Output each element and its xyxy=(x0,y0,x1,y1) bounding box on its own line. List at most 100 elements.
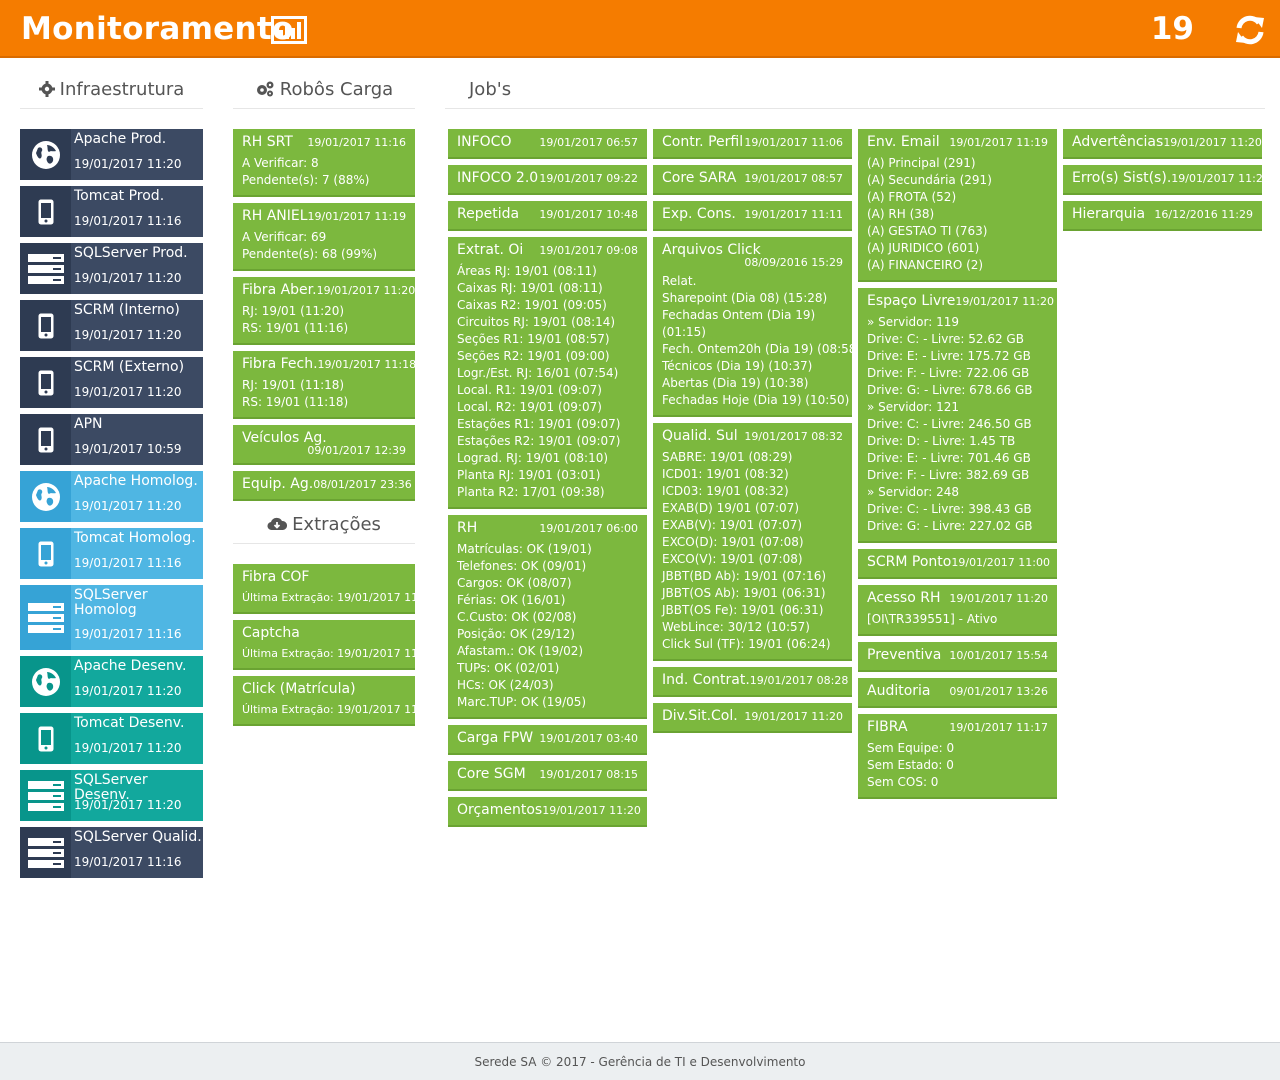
card-fibra-aber[interactable]: Fibra Aber. 19/01/2017 11:20 RJ: 19/01 (11… xyxy=(233,277,415,345)
card-repetida[interactable]: Repetida 19/01/2017 10:48 xyxy=(448,201,647,231)
card-header: Auditoria 09/01/2017 13:26 xyxy=(867,683,1048,700)
infra-tile-time: 19/01/2017 11:16 xyxy=(74,214,182,228)
card-detail-line: Sharepoint (Dia 08) (15:28) xyxy=(662,291,828,305)
card-detail-line: Logr./Est. RJ: 16/01 (07:54) xyxy=(457,366,619,380)
card-veiculos-ag[interactable]: Veículos Ag. 09/01/2017 12:39 xyxy=(233,425,415,465)
card-detail-line: Drive: G: - Livre: 227.02 GB xyxy=(867,519,1033,533)
card-env-email[interactable]: Env. Email 19/01/2017 11:19 (A) Principal … xyxy=(858,129,1057,282)
card-extrat-oi[interactable]: Extrat. Oi 19/01/2017 09:08 Áreas RJ: 19/0… xyxy=(448,237,647,509)
card-infoco[interactable]: INFOCO 19/01/2017 06:57 xyxy=(448,129,647,159)
card-detail-line: » Servidor: 121 xyxy=(867,400,959,414)
mobile-icon xyxy=(20,414,71,465)
card-rh[interactable]: RH 19/01/2017 06:00 Matrículas: OK (19/01)… xyxy=(448,515,647,719)
refresh-icon[interactable] xyxy=(1233,14,1267,46)
card-arquivos-click[interactable]: Arquivos Click 08/09/2016 15:29 Relat. Shar… xyxy=(653,237,861,417)
infra-tile-scrm-externo[interactable]: SCRM (Externo) 19/01/2017 11:20 xyxy=(20,357,203,408)
card-timestamp: 19/01/2017 11:20 xyxy=(744,710,843,723)
card-timestamp: 19/01/2017 10:48 xyxy=(539,208,638,221)
infra-tile-name: Apache Homolog. xyxy=(74,473,198,489)
card-detail-line: HCs: OK (24/03) xyxy=(457,678,554,692)
card-detail-line: Circuitos RJ: 19/01 (08:14) xyxy=(457,315,616,329)
infra-tile-apache-desenv[interactable]: Apache Desenv. 19/01/2017 11:20 xyxy=(20,656,203,707)
card-infoco-2-0[interactable]: INFOCO 2.0 19/01/2017 09:22 xyxy=(448,165,647,195)
card-core-sgm[interactable]: Core SGM 19/01/2017 08:15 xyxy=(448,761,647,791)
card-detail-line: Última Extração: 19/01/2017 11:16 xyxy=(242,591,436,604)
cloud-download-icon xyxy=(267,517,288,531)
infra-tile-sqlserver-homolog[interactable]: SQLServer Homolog 19/01/2017 11:16 xyxy=(20,585,203,650)
card-header: FIBRA 19/01/2017 11:17 xyxy=(867,719,1048,736)
infra-tile-apn[interactable]: APN 19/01/2017 10:59 xyxy=(20,414,203,465)
card-contr-perfil[interactable]: Contr. Perfil 19/01/2017 11:06 xyxy=(653,129,852,159)
card-orcamentos[interactable]: Orçamentos 19/01/2017 11:20 xyxy=(448,797,647,827)
card-espaco-livre[interactable]: Espaço Livre 19/01/2017 11:20 » Servidor: … xyxy=(858,288,1057,543)
infra-tile-sqlserver-qualid[interactable]: SQLServer Qualid. 19/01/2017 11:16 xyxy=(20,827,203,878)
card-acesso-rh[interactable]: Acesso RH 19/01/2017 11:20 [OI\TR339551] -… xyxy=(858,585,1057,636)
card-detail-line: Fechadas Hoje (Dia 19) (10:50) xyxy=(662,393,850,407)
infra-tile-apache-homolog[interactable]: Apache Homolog. 19/01/2017 11:20 xyxy=(20,471,203,522)
card-title: Div.Sit.Col. xyxy=(662,708,738,724)
card-detail-line: Caixas RJ: 19/01 (08:11) xyxy=(457,281,603,295)
card-title: Qualid. Sul xyxy=(662,428,738,444)
card-timestamp: 19/01/2017 11:18 xyxy=(317,358,417,371)
card-div-sit-col[interactable]: Div.Sit.Col. 19/01/2017 11:20 xyxy=(653,703,852,733)
card-captcha[interactable]: Captcha Última Extração: 19/01/2017 11:20 xyxy=(233,620,436,670)
card-detail-line: Marc.TUP: OK (19/05) xyxy=(457,695,587,709)
card-header: Advertências 19/01/2017 11:20 xyxy=(1072,134,1262,151)
section-label: Infraestrutura xyxy=(59,79,185,100)
card-detail-line: EXCO(V): 19/01 (07:08) xyxy=(662,552,803,566)
infra-tile-time: 19/01/2017 11:16 xyxy=(74,556,182,570)
card-detail-line: (A) FINANCEIRO (2) xyxy=(867,258,984,272)
card-detail-line: EXAB(V): 19/01 (07:07) xyxy=(662,518,803,532)
card-detail-line: WebLince: 30/12 (10:57) xyxy=(662,620,810,634)
card-preventiva[interactable]: Preventiva 10/01/2017 15:54 xyxy=(858,642,1057,672)
card-timestamp: 19/01/2017 08:32 xyxy=(744,430,843,443)
card-timestamp: 16/12/2016 11:29 xyxy=(1154,208,1253,221)
infra-tile-tomcat-desenv[interactable]: Tomcat Desenv. 19/01/2017 11:20 xyxy=(20,713,203,764)
card-timestamp: 19/01/2017 09:22 xyxy=(539,172,638,185)
card-advertencias[interactable]: Advertências 19/01/2017 11:20 xyxy=(1063,129,1262,159)
card-exp-cons[interactable]: Exp. Cons. 19/01/2017 11:11 xyxy=(653,201,852,231)
card-details: [OI\TR339551] - Ativo xyxy=(867,611,1048,628)
card-erro-s-sist-s[interactable]: Erro(s) Sist(s). 19/01/2017 11:20 xyxy=(1063,165,1270,195)
card-rh-srt[interactable]: RH SRT 19/01/2017 11:16 A Verificar: 8 Pend… xyxy=(233,129,415,197)
card-detail-line: Áreas RJ: 19/01 (08:11) xyxy=(457,264,597,278)
card-timestamp: 19/01/2017 08:15 xyxy=(539,768,638,781)
card-auditoria[interactable]: Auditoria 09/01/2017 13:26 xyxy=(858,678,1057,708)
card-detail-line: RJ: 19/01 (11:20) xyxy=(242,304,345,318)
card-equip-ag[interactable]: Equip. Ag. 08/01/2017 23:36 xyxy=(233,471,415,501)
card-scrm-ponto[interactable]: SCRM Ponto 19/01/2017 11:00 xyxy=(858,549,1057,579)
mobile-icon xyxy=(20,357,71,408)
card-core-sara[interactable]: Core SARA 19/01/2017 08:57 xyxy=(653,165,852,195)
card-timestamp: 19/01/2017 11:06 xyxy=(744,136,843,149)
card-header: SCRM Ponto 19/01/2017 11:00 xyxy=(867,554,1050,571)
card-carga-fpw[interactable]: Carga FPW 19/01/2017 03:40 xyxy=(448,725,647,755)
card-header: Qualid. Sul 19/01/2017 08:32 xyxy=(662,428,843,445)
card-hierarquia[interactable]: Hierarquia 16/12/2016 11:29 xyxy=(1063,201,1262,231)
card-timestamp: 19/01/2017 06:00 xyxy=(539,522,638,535)
card-ind-contrat[interactable]: Ind. Contrat. 19/01/2017 08:28 xyxy=(653,667,852,697)
infra-tile-apache-prod[interactable]: Apache Prod. 19/01/2017 11:20 xyxy=(20,129,203,180)
server-icon xyxy=(20,827,71,878)
infra-tile-sqlserver-desenv[interactable]: SQLServer Desenv. 19/01/2017 11:20 xyxy=(20,770,203,821)
card-fibra-cof[interactable]: Fibra COF Última Extração: 19/01/2017 11:… xyxy=(233,564,436,614)
card-qualid-sul[interactable]: Qualid. Sul 19/01/2017 08:32 SABRE: 19/01 … xyxy=(653,423,852,661)
card-rh-aniel[interactable]: RH ANIEL 19/01/2017 11:19 A Verificar: 69 P… xyxy=(233,203,415,271)
card-header: Espaço Livre 19/01/2017 11:20 xyxy=(867,293,1054,310)
card-detail-line: (A) Principal (291) xyxy=(867,156,976,170)
card-detail-line: » Servidor: 248 xyxy=(867,485,959,499)
card-click-matricula[interactable]: Click (Matrícula) Última Extração: 19/01/… xyxy=(233,676,436,726)
card-details: Última Extração: 19/01/2017 11:16 xyxy=(242,589,436,606)
infra-tile-name: SCRM (Interno) xyxy=(74,302,180,318)
card-title: Core SARA xyxy=(662,170,737,186)
card-fibra-fech[interactable]: Fibra Fech. 19/01/2017 11:18 RJ: 19/01 (11… xyxy=(233,351,417,419)
card-detail-line: SABRE: 19/01 (08:29) xyxy=(662,450,793,464)
infra-tile-scrm-interno[interactable]: SCRM (Interno) 19/01/2017 11:20 xyxy=(20,300,203,351)
globe-icon xyxy=(20,471,71,522)
card-fibra[interactable]: FIBRA 19/01/2017 11:17 Sem Equipe: 0 Sem Es… xyxy=(858,714,1057,799)
card-title: Fibra COF xyxy=(242,569,310,585)
card-detail-line: Fechadas Ontem (Dia 19) xyxy=(662,308,816,322)
card-detail-line: C.Custo: OK (02/08) xyxy=(457,610,577,624)
infra-tile-tomcat-prod[interactable]: Tomcat Prod. 19/01/2017 11:16 xyxy=(20,186,203,237)
infra-tile-sqlserver-prod[interactable]: SQLServer Prod. 19/01/2017 11:20 xyxy=(20,243,203,294)
infra-tile-tomcat-homolog[interactable]: Tomcat Homolog. 19/01/2017 11:16 xyxy=(20,528,203,579)
